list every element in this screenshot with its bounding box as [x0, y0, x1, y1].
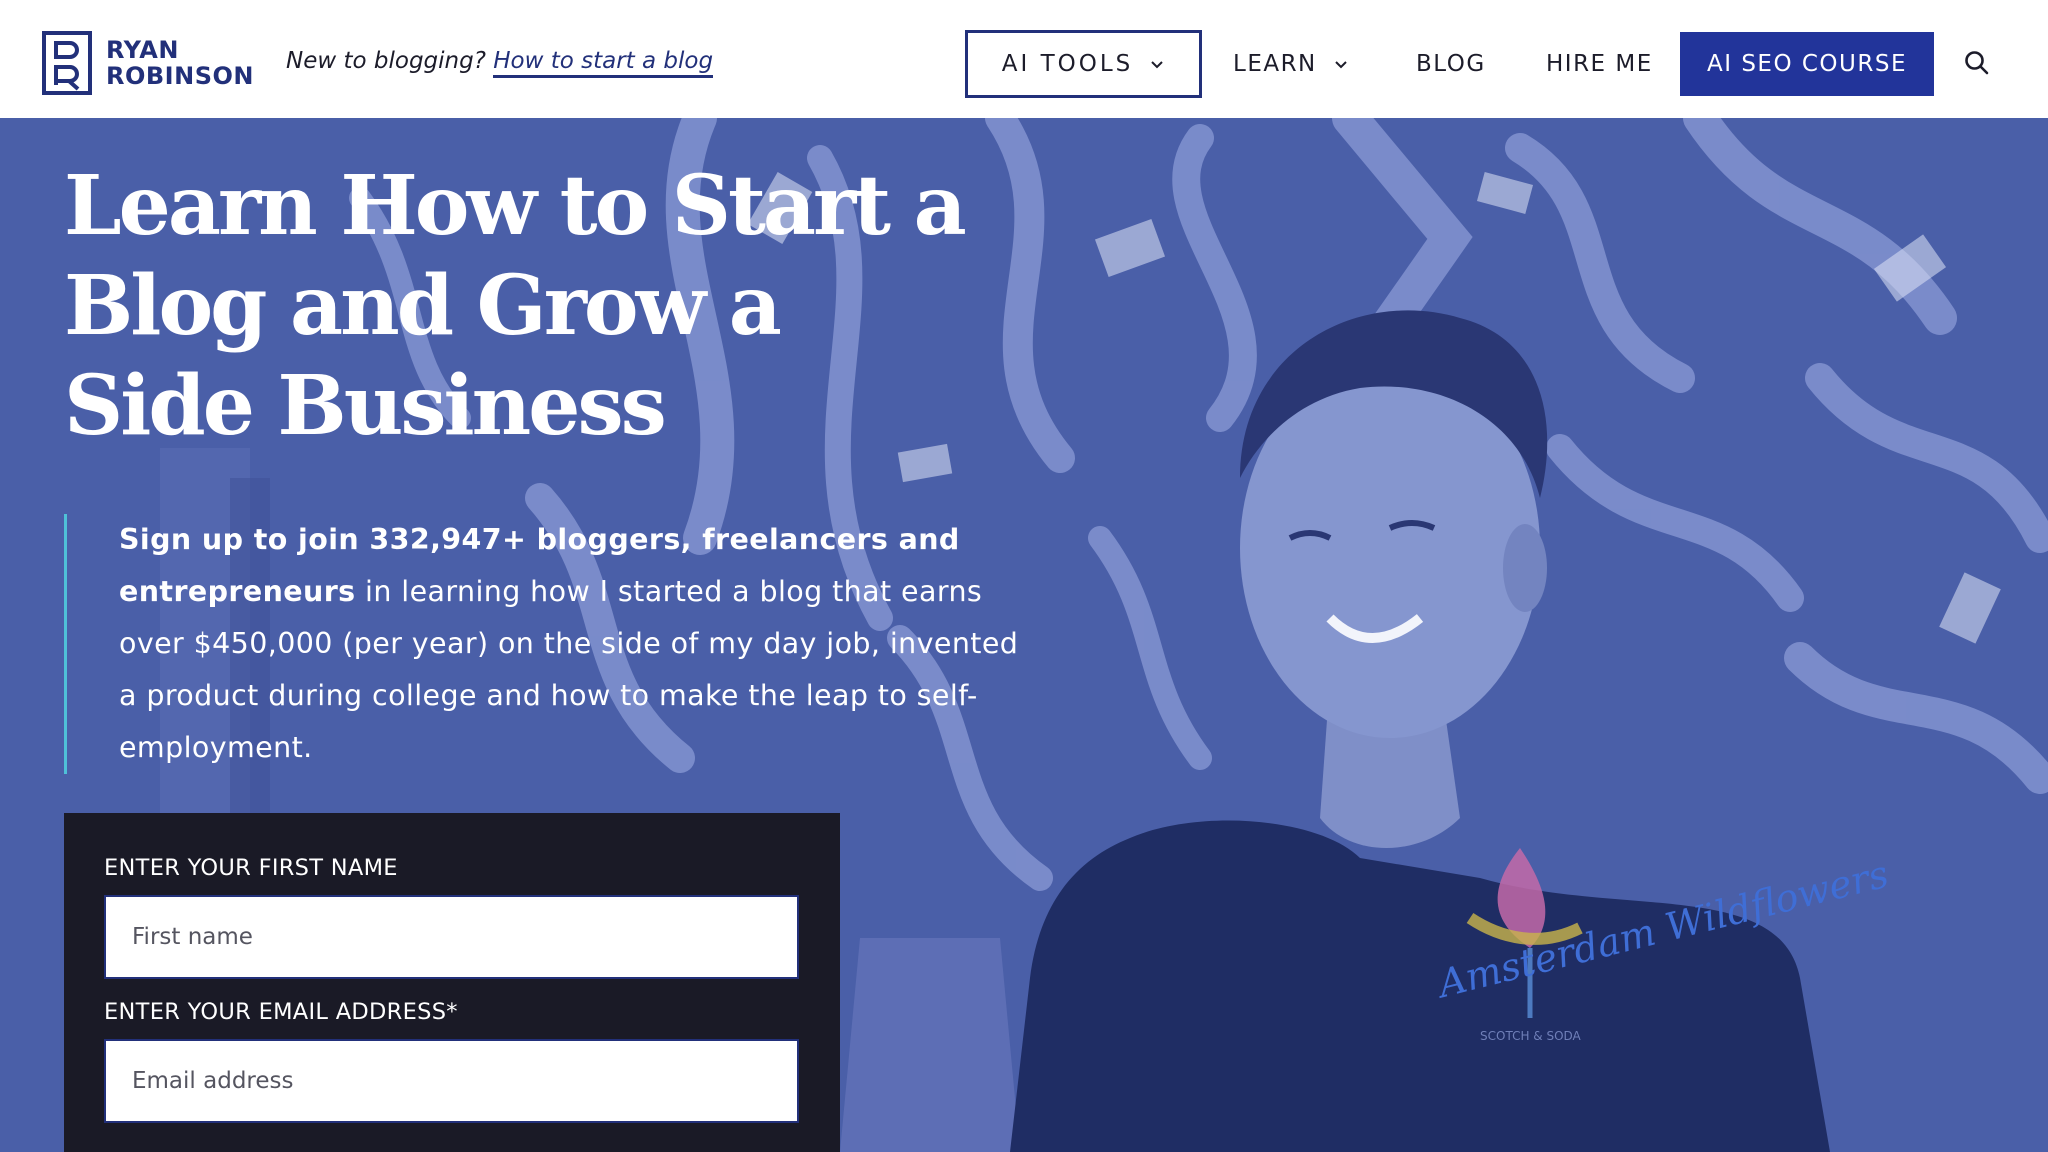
hero-section: Amsterdam Wildflowers SCOTCH & SODA Lear…	[0, 118, 2048, 1152]
logo-line-1: RYAN	[106, 36, 179, 64]
tshirt-brand: SCOTCH & SODA	[1480, 1029, 1582, 1043]
email-field[interactable]	[104, 1039, 799, 1123]
hero-intro-quote: Sign up to join 332,947+ bloggers, freel…	[64, 514, 1024, 774]
header-tagline: New to blogging? How to start a blog	[286, 48, 714, 78]
search-icon[interactable]	[1962, 48, 1992, 78]
nav-learn-label: LEARN	[1233, 51, 1317, 77]
tagline-prefix: New to blogging?	[286, 48, 494, 74]
ai-seo-course-button[interactable]: AI SEO COURSE	[1680, 32, 1934, 96]
chevron-down-icon	[1335, 61, 1347, 69]
hero-title: Learn How to Start a Blog and Grow a Sid…	[64, 158, 967, 454]
logo-text: RYAN ROBINSON	[106, 37, 254, 89]
logo-mark-icon	[42, 31, 92, 95]
nav-ai-tools-label: AI TOOLS	[1001, 51, 1134, 77]
site-header: RYAN ROBINSON New to blogging? How to st…	[0, 0, 2048, 118]
how-to-start-blog-link[interactable]: How to start a blog	[493, 48, 714, 78]
chevron-down-icon	[1151, 61, 1163, 69]
nav-hire-me[interactable]: HIRE ME	[1546, 30, 1653, 98]
first-name-label: ENTER YOUR FIRST NAME	[104, 855, 398, 881]
site-logo[interactable]: RYAN ROBINSON	[42, 31, 254, 95]
signup-form: ENTER YOUR FIRST NAME ENTER YOUR EMAIL A…	[64, 813, 840, 1152]
nav-blog[interactable]: BLOG	[1416, 30, 1486, 98]
nav-ai-tools[interactable]: AI TOOLS	[965, 30, 1202, 98]
first-name-field[interactable]	[104, 895, 799, 979]
logo-line-2: ROBINSON	[106, 62, 254, 90]
nav-learn[interactable]: LEARN	[1233, 30, 1349, 98]
email-label: ENTER YOUR EMAIL ADDRESS*	[104, 999, 458, 1025]
